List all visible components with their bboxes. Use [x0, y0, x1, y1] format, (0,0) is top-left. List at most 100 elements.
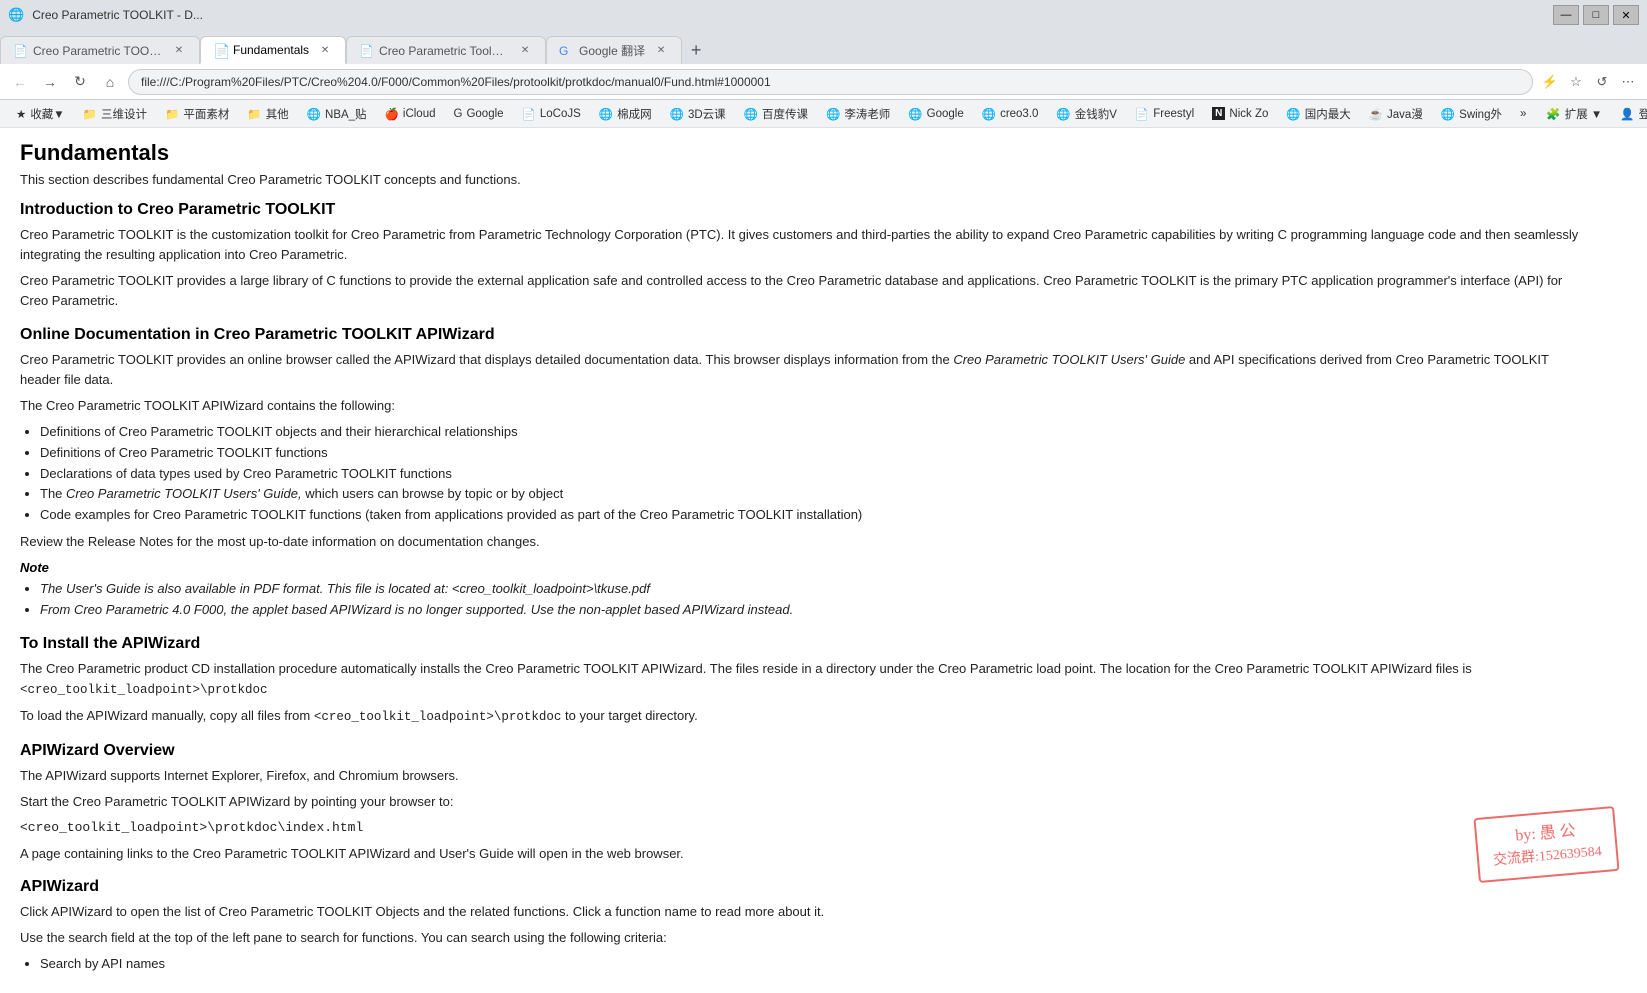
note-item: From Creo Parametric 4.0 F000, the apple…: [40, 600, 1580, 621]
page-title: Fundamentals: [20, 140, 1580, 166]
address-right-controls: ⚡ ☆ ↺ ⋯: [1539, 71, 1639, 93]
apiwizard-para-2: Use the search field at the top of the l…: [20, 928, 1580, 948]
bookmark-label: 金钱豹V: [1075, 106, 1117, 122]
bookmark-other[interactable]: 📁 其他: [239, 104, 296, 124]
browser-favicon: 🌐: [8, 7, 24, 23]
section-heading-online-doc: Online Documentation in Creo Parametric …: [20, 326, 1580, 344]
web-icon: 🌐: [982, 107, 996, 121]
intro-para-1: Creo Parametric TOOLKIT is the customiza…: [20, 225, 1580, 265]
install-para-1: The Creo Parametric product CD installat…: [20, 659, 1580, 701]
section-heading-install: To Install the APIWizard: [20, 635, 1580, 653]
list-item: Code examples for Creo Parametric TOOLKI…: [40, 505, 1580, 526]
java-icon: ☕: [1369, 107, 1383, 121]
tab-close-4[interactable]: ✕: [653, 43, 669, 59]
tab-close-1[interactable]: ✕: [171, 43, 187, 59]
bookmark-java[interactable]: ☕ Java漫: [1361, 104, 1431, 124]
intro-para-2: Creo Parametric TOOLKIT provides a large…: [20, 271, 1580, 311]
title-bar-title: Creo Parametric TOOLKIT - D...: [32, 8, 203, 22]
web-icon: 🌐: [670, 107, 684, 121]
home-button[interactable]: ⌂: [98, 70, 122, 94]
tab-creo-html[interactable]: 📄 Creo Parametric Toolkit - HTM... ✕: [346, 36, 546, 64]
bookmark-favorites[interactable]: ★ 收藏▼: [8, 104, 73, 124]
online-doc-para-2: The Creo Parametric TOOLKIT APIWizard co…: [20, 396, 1580, 416]
settings-icon[interactable]: ⋯: [1617, 71, 1639, 93]
bookmark-creo30[interactable]: 🌐 creo3.0: [974, 105, 1047, 123]
bookmark-3dcloud[interactable]: 🌐 3D云课: [662, 104, 734, 124]
bookmark-icloud[interactable]: 🍎 iCloud: [377, 105, 444, 123]
bookmark-litao[interactable]: 🌐 李涛老师: [818, 104, 898, 124]
bookmark-star-icon[interactable]: ☆: [1565, 71, 1587, 93]
online-doc-para-1: Creo Parametric TOOLKIT provides an onli…: [20, 350, 1580, 390]
tab-close-2[interactable]: ✕: [317, 42, 333, 58]
back-button[interactable]: ←: [8, 70, 32, 94]
tab-creo-toolkit[interactable]: 📄 Creo Parametric TOOLKIT - D... ✕: [0, 36, 200, 64]
reload-button[interactable]: ↻: [68, 70, 92, 94]
bookmark-guoneizuda[interactable]: 🌐 国内最大: [1278, 104, 1358, 124]
bookmark-jinqianbao[interactable]: 🌐 金钱豹V: [1048, 104, 1125, 124]
address-input[interactable]: [128, 69, 1533, 95]
puzzle-icon: 🧩: [1546, 107, 1560, 121]
maximize-button[interactable]: □: [1583, 5, 1609, 25]
apple-icon: 🍎: [385, 107, 399, 121]
section-heading-apiwizard: APIWizard: [20, 878, 1580, 896]
bookmark-nba[interactable]: 🌐 NBA_贴: [299, 104, 375, 124]
tab-label-3: Creo Parametric Toolkit - HTM...: [379, 44, 509, 58]
bookmark-more[interactable]: »: [1512, 106, 1534, 122]
bookmark-label: 三维设计: [101, 106, 147, 122]
bookmark-3d[interactable]: 📁 三维设计: [75, 104, 155, 124]
release-notes-text: Review the Release Notes for the most up…: [20, 532, 1580, 552]
minimize-button[interactable]: —: [1553, 5, 1579, 25]
doc-icon: 📄: [1135, 107, 1149, 121]
new-tab-button[interactable]: +: [682, 36, 710, 64]
web-icon: 🌐: [826, 107, 840, 121]
note-list: The User's Guide is also available in PD…: [40, 579, 1580, 621]
bookmark-label: 平面素材: [183, 106, 229, 122]
bookmark-label: Nick Zo: [1229, 108, 1268, 120]
bookmark-label: 李涛老师: [844, 106, 890, 122]
bookmarks-bar: ★ 收藏▼ 📁 三维设计 📁 平面素材 📁 其他 🌐 NBA_贴 🍎 iClou…: [0, 100, 1647, 128]
title-bar: 🌐 Creo Parametric TOOLKIT - D... — □ ✕: [0, 0, 1647, 30]
bookmark-label: iCloud: [403, 108, 436, 120]
chevron-right-icon: »: [1520, 108, 1526, 120]
lightning-icon[interactable]: ⚡: [1539, 71, 1561, 93]
tab-fundamentals[interactable]: 📄 Fundamentals ✕: [200, 36, 346, 64]
close-button[interactable]: ✕: [1613, 5, 1639, 25]
bookmark-baidu[interactable]: 🌐 百度传课: [736, 104, 816, 124]
bookmark-label: Google: [927, 108, 964, 120]
bookmark-extend[interactable]: 🧩 扩展 ▼: [1538, 104, 1610, 124]
web-icon: 🌐: [599, 107, 613, 121]
overview-para-2: Start the Creo Parametric TOOLKIT APIWiz…: [20, 792, 1580, 812]
bookmark-label: Swing外: [1459, 106, 1502, 122]
note-item: The User's Guide is also available in PD…: [40, 579, 1580, 600]
tab-google-translate[interactable]: G Google 翻译 ✕: [546, 36, 682, 64]
page-content: Fundamentals This section describes fund…: [0, 128, 1600, 993]
bookmark-google2[interactable]: 🌐 Google: [900, 105, 971, 123]
tab-favicon-3: 📄: [359, 44, 373, 58]
bookmark-label: 百度传课: [762, 106, 808, 122]
tab-favicon-2: 📄: [213, 43, 227, 57]
bookmark-label: LoCoJS: [540, 108, 581, 120]
folder-icon: 📁: [247, 107, 261, 121]
tab-close-3[interactable]: ✕: [517, 43, 533, 59]
section-heading-intro: Introduction to Creo Parametric TOOLKIT: [20, 201, 1580, 219]
bookmark-flat[interactable]: 📁 平面素材: [157, 104, 237, 124]
bookmark-google[interactable]: G Google: [446, 106, 512, 122]
web-icon: 🌐: [1286, 107, 1300, 121]
bookmark-login[interactable]: 👤 登录管家: [1612, 104, 1647, 124]
address-bar: ← → ↻ ⌂ ⚡ ☆ ↺ ⋯: [0, 64, 1647, 100]
web-icon: 🌐: [1441, 107, 1455, 121]
bookmark-mian[interactable]: 🌐 棉成网: [591, 104, 660, 124]
tab-favicon-4: G: [559, 44, 573, 58]
bookmark-swing[interactable]: 🌐 Swing外: [1433, 104, 1510, 124]
list-item: Search by API names: [40, 954, 1580, 975]
bookmark-label: Java漫: [1387, 106, 1423, 122]
history-icon[interactable]: ↺: [1591, 71, 1613, 93]
bookmark-label: 收藏▼: [30, 106, 64, 122]
overview-para-3: A page containing links to the Creo Para…: [20, 844, 1580, 864]
bookmark-freestyl[interactable]: 📄 Freestyl: [1127, 105, 1202, 123]
bookmark-nickzo[interactable]: N Nick Zo: [1204, 105, 1276, 122]
bookmark-locojs[interactable]: 📄 LoCoJS: [514, 105, 589, 123]
note-label: Note: [20, 560, 1580, 575]
forward-button[interactable]: →: [38, 70, 62, 94]
bookmark-label: 棉成网: [617, 106, 652, 122]
